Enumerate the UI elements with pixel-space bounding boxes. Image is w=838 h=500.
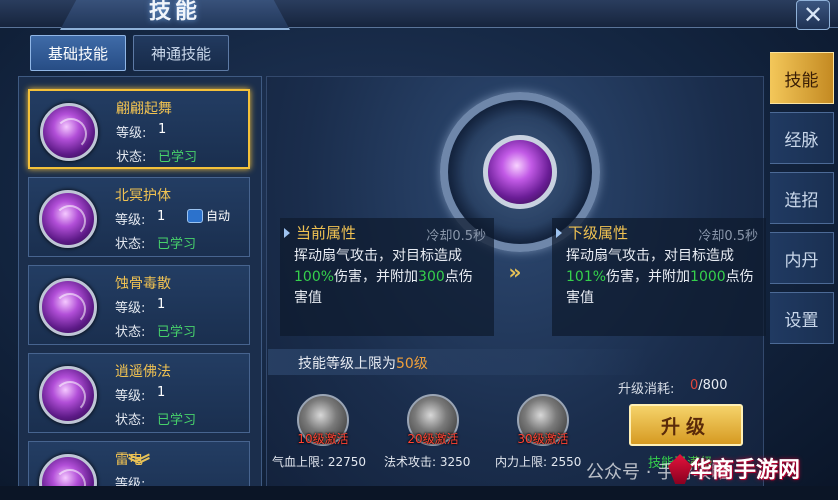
side-tab-combos[interactable]: 连招: [770, 172, 834, 224]
skill-level-label: 等级:: [115, 389, 146, 404]
close-button[interactable]: ✕: [796, 0, 830, 30]
skill-level-label: 等级:: [115, 301, 146, 316]
bonus-activation-label: 10级激活: [297, 432, 349, 446]
site-logo-text: 华商手游网: [690, 458, 801, 483]
skill-level-value: 1: [157, 385, 166, 400]
window-title: 技能: [148, 0, 201, 24]
skill-state-value: 已学习: [157, 237, 197, 252]
upgrade-cost-label: 升级消耗:: [618, 382, 675, 397]
auto-checkbox-icon: [187, 208, 203, 223]
skill-state-value: 已学习: [158, 150, 198, 165]
skill-level-value: 1: [157, 209, 166, 224]
skill-list: 翩翩起舞 等级: 1 状态: 已学习 北冥护体 等级: 1 自动 状态: 已学习…: [18, 76, 262, 496]
current-attributes: 当前属性 冷却0.5秒 挥动扇气攻击，对目标造成 100%伤害，并附加300点伤…: [280, 218, 494, 336]
skill-level-value: 1: [158, 122, 167, 137]
tab-divine-skills[interactable]: 神通技能: [133, 35, 229, 71]
current-attr-title: 当前属性: [296, 224, 357, 242]
skill-card-2[interactable]: 北冥护体 等级: 1 自动 状态: 已学习: [28, 177, 250, 257]
skill-shield-icon: [39, 190, 97, 248]
side-tab-inner-core[interactable]: 内丹: [770, 232, 834, 284]
skill-state-label: 状态:: [115, 325, 146, 340]
skill-name: 逍遥佛法: [115, 364, 171, 380]
skill-state-label: 状态:: [115, 237, 146, 252]
skill-level-label: 等级:: [116, 126, 147, 141]
upgrade-button[interactable]: 升级: [629, 404, 743, 446]
level-cap-text: 技能等级上限为50级: [298, 356, 428, 372]
close-icon: ✕: [802, 1, 824, 29]
bonus-stat: 法术攻击: 3250: [384, 455, 471, 469]
skill-name: 蚀骨毒散: [115, 276, 171, 292]
side-tab-meridians[interactable]: 经脉: [770, 112, 834, 164]
bonus-stat: 气血上限: 22750: [272, 455, 367, 469]
bonus-activation-label: 30级激活: [517, 432, 569, 446]
upgrade-cost-value: 0/800: [690, 378, 728, 393]
skill-state-label: 状态:: [115, 413, 146, 428]
current-cooldown: 冷却0.5秒: [426, 229, 486, 244]
next-attr-desc: 挥动扇气攻击，对目标造成 101%伤害，并附加1000点伤 害值: [566, 248, 754, 306]
bullet-icon: [556, 228, 562, 238]
skill-level-value: 1: [157, 297, 166, 312]
bonus-stat: 内力上限: 2550: [495, 455, 582, 469]
next-cooldown: 冷却0.5秒: [698, 229, 758, 244]
skill-poison-icon: [39, 278, 97, 336]
side-tab-settings[interactable]: 设置: [770, 292, 834, 344]
skill-emblem-icon: [483, 135, 557, 209]
skill-card-1[interactable]: 翩翩起舞 等级: 1 状态: 已学习: [28, 89, 250, 169]
current-attr-desc: 挥动扇气攻击，对目标造成 100%伤害，并附加300点伤 害值: [294, 248, 473, 306]
scroll-down-chevron-icon[interactable]: ︾: [128, 448, 150, 480]
skill-state-value: 已学习: [157, 325, 197, 340]
tab-basic-skills[interactable]: 基础技能: [30, 35, 126, 71]
skill-name: 北冥护体: [115, 188, 171, 204]
skill-state-label: 状态:: [116, 150, 147, 165]
bullet-icon: [284, 228, 290, 238]
skill-level-label: 等级:: [115, 213, 146, 228]
skill-card-4[interactable]: 逍遥佛法 等级: 1 状态: 已学习: [28, 353, 250, 433]
side-tab-skills[interactable]: 技能: [770, 52, 834, 104]
bonus-activation-label: 20级激活: [407, 432, 459, 446]
auto-label: 自动: [206, 209, 231, 223]
next-attributes: 下级属性 冷却0.5秒 挥动扇气攻击，对目标造成 101%伤害，并附加1000点…: [552, 218, 766, 336]
skill-buddha-icon: [39, 366, 97, 424]
auto-cast-toggle[interactable]: 自动: [187, 207, 230, 224]
skill-state-value: 已学习: [157, 413, 197, 428]
bottom-strip: [0, 486, 838, 500]
skill-card-3[interactable]: 蚀骨毒散 等级: 1 状态: 已学习: [28, 265, 250, 345]
skill-name: 翩翩起舞: [116, 101, 172, 117]
skill-fan-icon: [40, 103, 98, 161]
next-attr-title: 下级属性: [568, 224, 629, 242]
next-level-arrow-icon: »: [508, 260, 522, 284]
